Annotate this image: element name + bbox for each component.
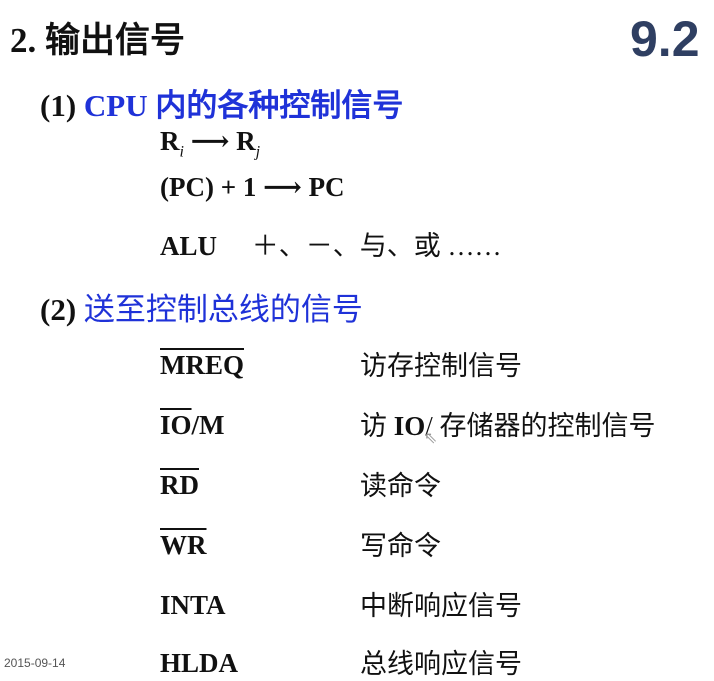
page-heading: 2. 输出信号 — [10, 21, 186, 60]
signal-inta-description: 中断响应信号 — [360, 591, 522, 621]
part1-number: (1) — [40, 88, 77, 123]
part1-title: CPU 内的各种控制信号 — [83, 88, 404, 123]
dst-register: R — [236, 126, 256, 156]
alu-label: ALU — [160, 231, 218, 261]
src-subscript: i — [179, 143, 184, 161]
signal-overline-text: IO — [160, 410, 192, 440]
alu-operations: ＋、－、与、或 …… — [251, 231, 502, 261]
signal-mreq: MREQ — [160, 350, 244, 381]
signal-hlda-description: 总线响应信号 — [360, 649, 522, 679]
signal-overline-text: RD — [160, 470, 199, 500]
section-number: 9.2 — [630, 11, 700, 67]
src-register: R — [160, 126, 180, 156]
dst-subscript: j — [255, 143, 261, 161]
signal-wr-description: 写命令 — [360, 531, 441, 561]
mouse-cursor-icon: ⇖ — [424, 428, 438, 447]
part2-heading: (2) 送至控制总线的信号 — [40, 284, 363, 329]
signal-mreq-description: 访存控制信号 — [360, 351, 522, 381]
desc-io: IO — [393, 411, 426, 441]
signal-overline-text: MREQ — [160, 350, 244, 380]
signal-hlda: HLDA — [160, 648, 238, 679]
signal-rd-description: 读命令 — [360, 471, 441, 501]
register-transfer-line: Ri ⟶ Rj — [160, 126, 260, 161]
signal-rest-text: HLDA — [160, 648, 239, 678]
signal-rest-text: /M — [191, 410, 225, 440]
signal-io-m-description: 访 IO/ 存储器的控制信号 — [360, 404, 656, 443]
part2-title: 送至控制总线的信号 — [83, 292, 363, 327]
part1-heading: (1) CPU 内的各种控制信号 — [40, 80, 403, 125]
pc-increment-line: (PC) + 1 ⟶ PC — [160, 172, 345, 202]
part2-number: (2) — [40, 292, 77, 327]
transfer-arrow: ⟶ — [190, 126, 230, 156]
signal-overline-text: WR — [160, 530, 207, 560]
signal-inta: INTA — [160, 590, 226, 621]
signal-io-m: IO/M — [160, 410, 225, 441]
footer-date: 2015-09-14 — [4, 656, 66, 670]
signal-wr: WR — [160, 530, 207, 561]
alu-line: ALU ＋、－、与、或 …… — [160, 224, 502, 263]
desc-prefix: 访 — [360, 411, 394, 441]
signal-rd: RD — [160, 470, 199, 501]
signal-rest-text: INTA — [160, 590, 226, 620]
desc-suffix: / 存储器的控制信号 — [425, 411, 656, 441]
